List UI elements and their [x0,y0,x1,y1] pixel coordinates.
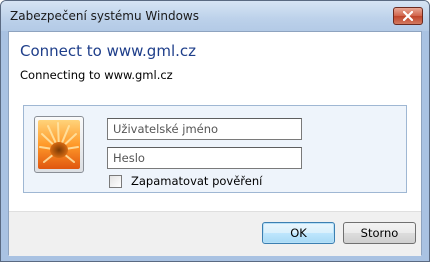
remember-credentials-checkbox[interactable] [109,175,122,188]
user-tile [34,116,84,173]
remember-credentials-label: Zapamatovat pověření [131,174,263,188]
dialog-subheading: Connecting to www.gml.cz [20,68,173,82]
dialog-heading: Connect to www.gml.cz [20,42,197,60]
dialog-footer: OK Storno [9,211,421,256]
dialog-content: Connect to www.gml.cz Connecting to www.… [8,31,422,256]
close-button[interactable] [393,7,423,25]
ok-button[interactable]: OK [262,222,335,244]
flower-user-tile-icon [38,120,80,169]
cancel-button[interactable]: Storno [343,222,416,244]
close-icon [403,11,413,21]
password-field[interactable] [107,147,302,169]
window-title: Zabezpečení systému Windows [10,9,199,23]
security-dialog-window: Zabezpečení systému Windows Connect to w… [0,0,430,262]
username-field[interactable] [107,118,302,140]
title-bar[interactable]: Zabezpečení systému Windows [1,1,429,31]
credential-panel: Zapamatovat pověření [23,105,407,193]
